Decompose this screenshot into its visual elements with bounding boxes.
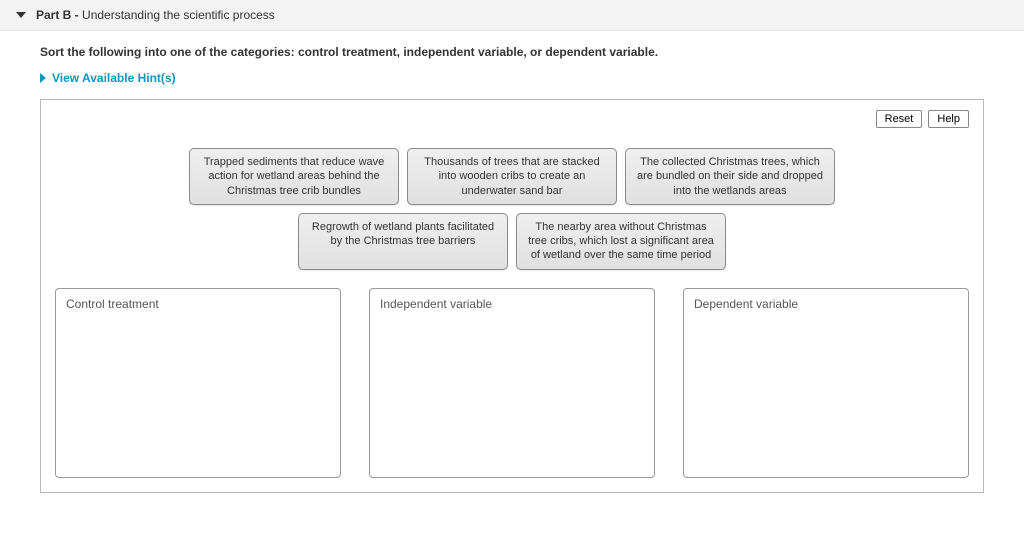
drag-item[interactable]: Regrowth of wetland plants facilitated b… (298, 213, 508, 270)
bin-independent-variable[interactable]: Independent variable (369, 288, 655, 478)
caret-right-icon (40, 73, 46, 83)
bin-control-treatment[interactable]: Control treatment (55, 288, 341, 478)
items-row-2: Regrowth of wetland plants facilitated b… (298, 213, 726, 270)
bin-title: Dependent variable (694, 297, 958, 311)
bin-dependent-variable[interactable]: Dependent variable (683, 288, 969, 478)
draggable-items-area: Trapped sediments that reduce wave actio… (55, 148, 969, 270)
drop-bins-row: Control treatment Independent variable D… (55, 288, 969, 478)
content-area: Sort the following into one of the categ… (0, 31, 1024, 513)
part-label: Part B - (36, 8, 79, 22)
instructions-text: Sort the following into one of the categ… (40, 45, 984, 59)
help-button[interactable]: Help (928, 110, 969, 128)
drag-item[interactable]: The collected Christmas trees, which are… (625, 148, 835, 205)
bin-title: Independent variable (380, 297, 644, 311)
sorting-panel: Reset Help Trapped sediments that reduce… (40, 99, 984, 493)
drag-item[interactable]: The nearby area without Christmas tree c… (516, 213, 726, 270)
panel-toolbar: Reset Help (55, 110, 969, 128)
caret-down-icon (16, 12, 26, 18)
part-header[interactable]: Part B - Understanding the scientific pr… (0, 0, 1024, 31)
bin-title: Control treatment (66, 297, 330, 311)
drag-item[interactable]: Trapped sediments that reduce wave actio… (189, 148, 399, 205)
items-row-1: Trapped sediments that reduce wave actio… (189, 148, 835, 205)
view-hints-link[interactable]: View Available Hint(s) (40, 71, 984, 85)
part-title: Understanding the scientific process (82, 8, 275, 22)
reset-button[interactable]: Reset (876, 110, 923, 128)
hints-label: View Available Hint(s) (52, 71, 176, 85)
drag-item[interactable]: Thousands of trees that are stacked into… (407, 148, 617, 205)
part-label-wrap: Part B - Understanding the scientific pr… (36, 8, 275, 22)
